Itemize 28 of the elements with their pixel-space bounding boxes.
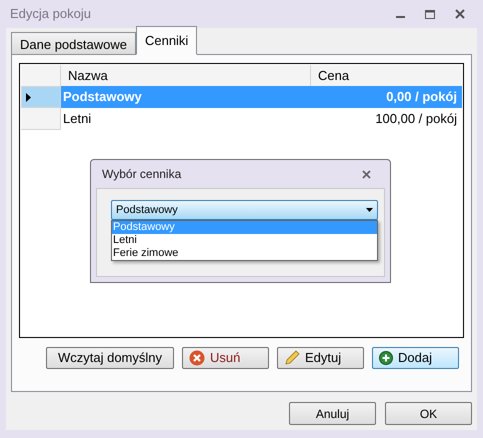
column-header[interactable]: Cena bbox=[311, 65, 462, 86]
table-cell: Podstawowy bbox=[61, 86, 311, 108]
row-header[interactable] bbox=[21, 86, 61, 108]
tab[interactable]: Dane podstawowe bbox=[11, 32, 136, 54]
dropdown-option[interactable]: Letni bbox=[112, 234, 377, 247]
caret-icon bbox=[366, 208, 373, 212]
price-list-dropdown[interactable]: Podstawowy bbox=[111, 200, 378, 220]
column-header[interactable]: Nazwa bbox=[61, 65, 311, 86]
dialog-button[interactable]: Anuluj bbox=[289, 402, 376, 425]
tab[interactable]: Cenniki bbox=[136, 26, 198, 55]
action-button[interactable]: Edytuj bbox=[277, 347, 364, 369]
window-title: Edycja pokoju bbox=[10, 5, 91, 24]
dropdown-option[interactable]: Ferie zimowe bbox=[112, 247, 377, 260]
close-icon[interactable] bbox=[362, 170, 371, 178]
action-button[interactable]: Dodaj bbox=[372, 347, 459, 369]
pencil-icon bbox=[284, 350, 300, 366]
table-cell-text: Letni bbox=[62, 110, 92, 128]
action-button[interactable]: Wczytaj domyślny bbox=[46, 347, 174, 369]
maximize-icon[interactable] bbox=[425, 10, 435, 18]
table-cell-text: 100,00 / pokój bbox=[374, 110, 458, 128]
close-icon[interactable] bbox=[455, 9, 465, 19]
current-row-icon bbox=[26, 92, 31, 102]
plus-circle-icon bbox=[379, 351, 393, 365]
action-button[interactable]: Usuń bbox=[182, 347, 269, 369]
table-cell: 0,00 / pokój bbox=[311, 86, 462, 108]
close-circle-icon bbox=[189, 350, 205, 366]
dialog-button[interactable]: OK bbox=[385, 402, 472, 425]
dialog-title: Wybór cennika bbox=[102, 166, 182, 183]
